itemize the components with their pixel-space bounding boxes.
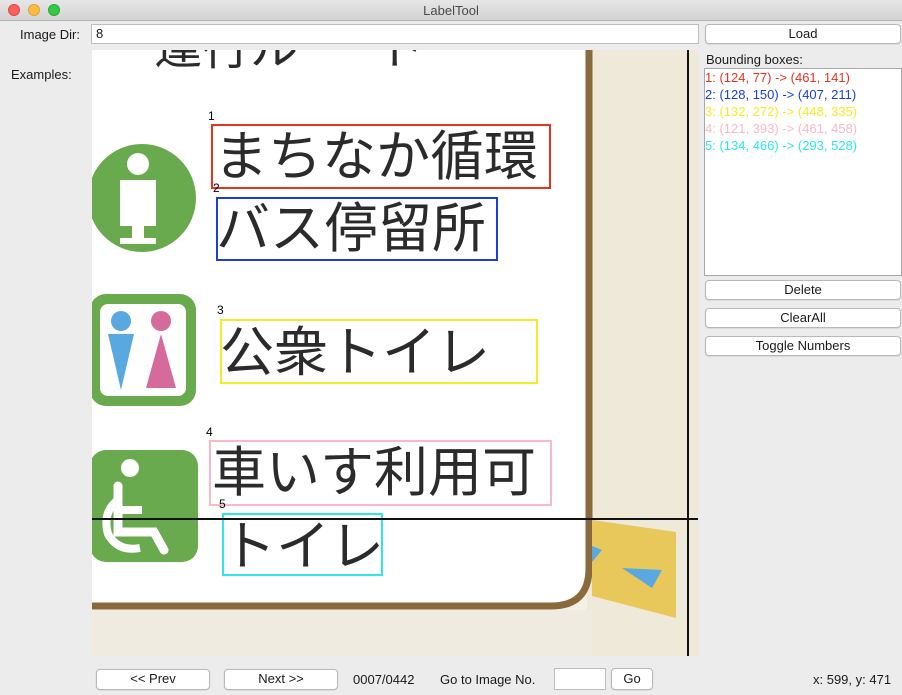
bounding-box-list-item-2[interactable]: 2: (128, 150) -> (407, 211) [705,86,901,103]
restroom-icon [92,294,196,406]
bounding-box-3-number: 3 [217,303,224,317]
bounding-box-1[interactable] [211,124,551,189]
cursor-coordinates: x: 599, y: 471 [813,672,892,687]
bounding-box-list-item-4[interactable]: 4: (121, 393) -> (461, 458) [705,120,901,137]
toggle-numbers-button[interactable]: Toggle Numbers [705,336,901,356]
image-canvas[interactable]: 運行ル ー ト まちなか循環 バス停留所 公衆トイレ 車いす利用可 トイレ 1 … [92,50,698,656]
information-person-icon [92,144,196,252]
delete-button[interactable]: Delete [705,280,901,300]
image-dir-input[interactable]: 8 [91,24,699,44]
bounding-box-list-item-3[interactable]: 3: (132, 272) -> (448, 335) [705,103,901,120]
crosshair-horizontal [92,518,698,520]
bounding-box-2-number: 2 [213,181,220,195]
next-button[interactable]: Next >> [224,669,338,690]
prev-button[interactable]: << Prev [96,669,210,690]
image-progress: 0007/0442 [353,672,415,687]
clearall-button[interactable]: ClearAll [705,308,901,328]
bounding-box-5-number: 5 [219,497,226,511]
bounding-box-list-item-5[interactable]: 5: (134, 466) -> (293, 528) [705,137,901,154]
bounding-box-list-item-1[interactable]: 1: (124, 77) -> (461, 141) [705,69,901,86]
bounding-box-list[interactable]: 1: (124, 77) -> (461, 141) 2: (128, 150)… [704,68,902,276]
load-button[interactable]: Load [705,24,901,44]
image-dir-label: Image Dir: [20,27,80,42]
bounding-box-4[interactable] [209,440,552,506]
bounding-box-4-number: 4 [206,425,213,439]
sign-top-cut-text: 運行ル ー ト [154,50,425,72]
window-title: LabelTool [423,3,479,18]
bounding-box-5[interactable] [222,513,383,576]
bounding-box-1-number: 1 [208,109,215,123]
bounding-box-3[interactable] [220,319,538,384]
wheelchair-icon [92,450,198,562]
go-button[interactable]: Go [611,668,653,690]
goto-image-input[interactable] [554,668,606,690]
bounding-boxes-title: Bounding boxes: [706,52,803,67]
goto-label: Go to Image No. [440,672,536,687]
title-bar: LabelTool [0,0,902,21]
crosshair-vertical [687,50,689,656]
examples-label: Examples: [11,67,72,82]
bounding-box-2[interactable] [216,197,498,261]
